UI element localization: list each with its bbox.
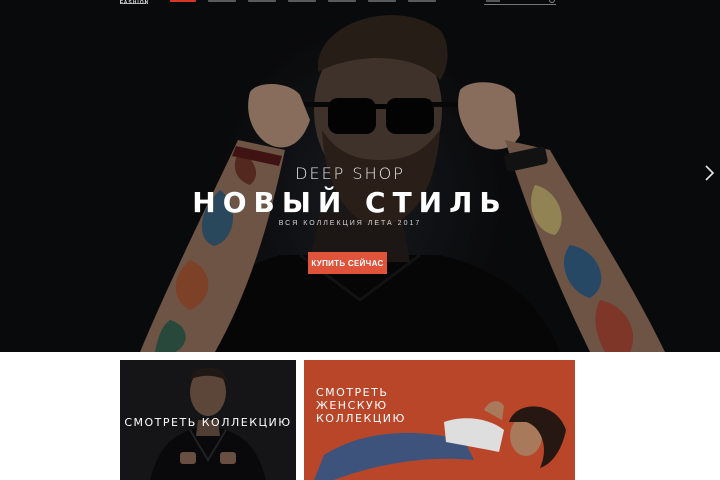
buy-now-button[interactable]: КУПИТЬ СЕЙЧАС <box>308 252 387 274</box>
hero-eyebrow: DEEP SHOP <box>295 164 405 183</box>
top-navigation: FASHION <box>0 0 720 12</box>
nav-item-1[interactable] <box>170 0 196 2</box>
nav-item-3[interactable] <box>248 0 276 2</box>
hero-subtitle: ВСЯ КОЛЛЕКЦИЯ ЛЕТА 2017 <box>278 220 422 227</box>
chevron-right-icon[interactable] <box>702 164 716 182</box>
women-collection-label: СМОТРЕТЬ ЖЕНСКУЮ КОЛЛЕКЦИЮ <box>316 386 406 425</box>
men-collection-label: СМОТРЕТЬ КОЛЛЕКЦИЮ <box>124 416 292 429</box>
search-underline <box>484 4 556 5</box>
nav-item-5[interactable] <box>328 0 356 2</box>
nav-item-7[interactable] <box>408 0 436 2</box>
hero-title: НОВЫЙ СТИЛЬ <box>192 186 508 219</box>
brand-logo-text: FASHION <box>120 0 150 6</box>
nav-item-6[interactable] <box>368 0 396 2</box>
nav-item-4[interactable] <box>288 0 316 2</box>
main-menu <box>170 0 436 2</box>
men-collection-tile[interactable]: СМОТРЕТЬ КОЛЛЕКЦИЮ <box>120 360 296 480</box>
search-icon[interactable] <box>549 0 555 3</box>
search-input[interactable] <box>486 0 500 2</box>
women-collection-tile[interactable]: СМОТРЕТЬ ЖЕНСКУЮ КОЛЛЕКЦИЮ <box>304 360 575 480</box>
hero-banner: FASHION DEEP SHOP НОВЫЙ СТИЛЬ ВСЯ КОЛЛЕК… <box>0 0 720 352</box>
nav-item-2[interactable] <box>208 0 236 2</box>
